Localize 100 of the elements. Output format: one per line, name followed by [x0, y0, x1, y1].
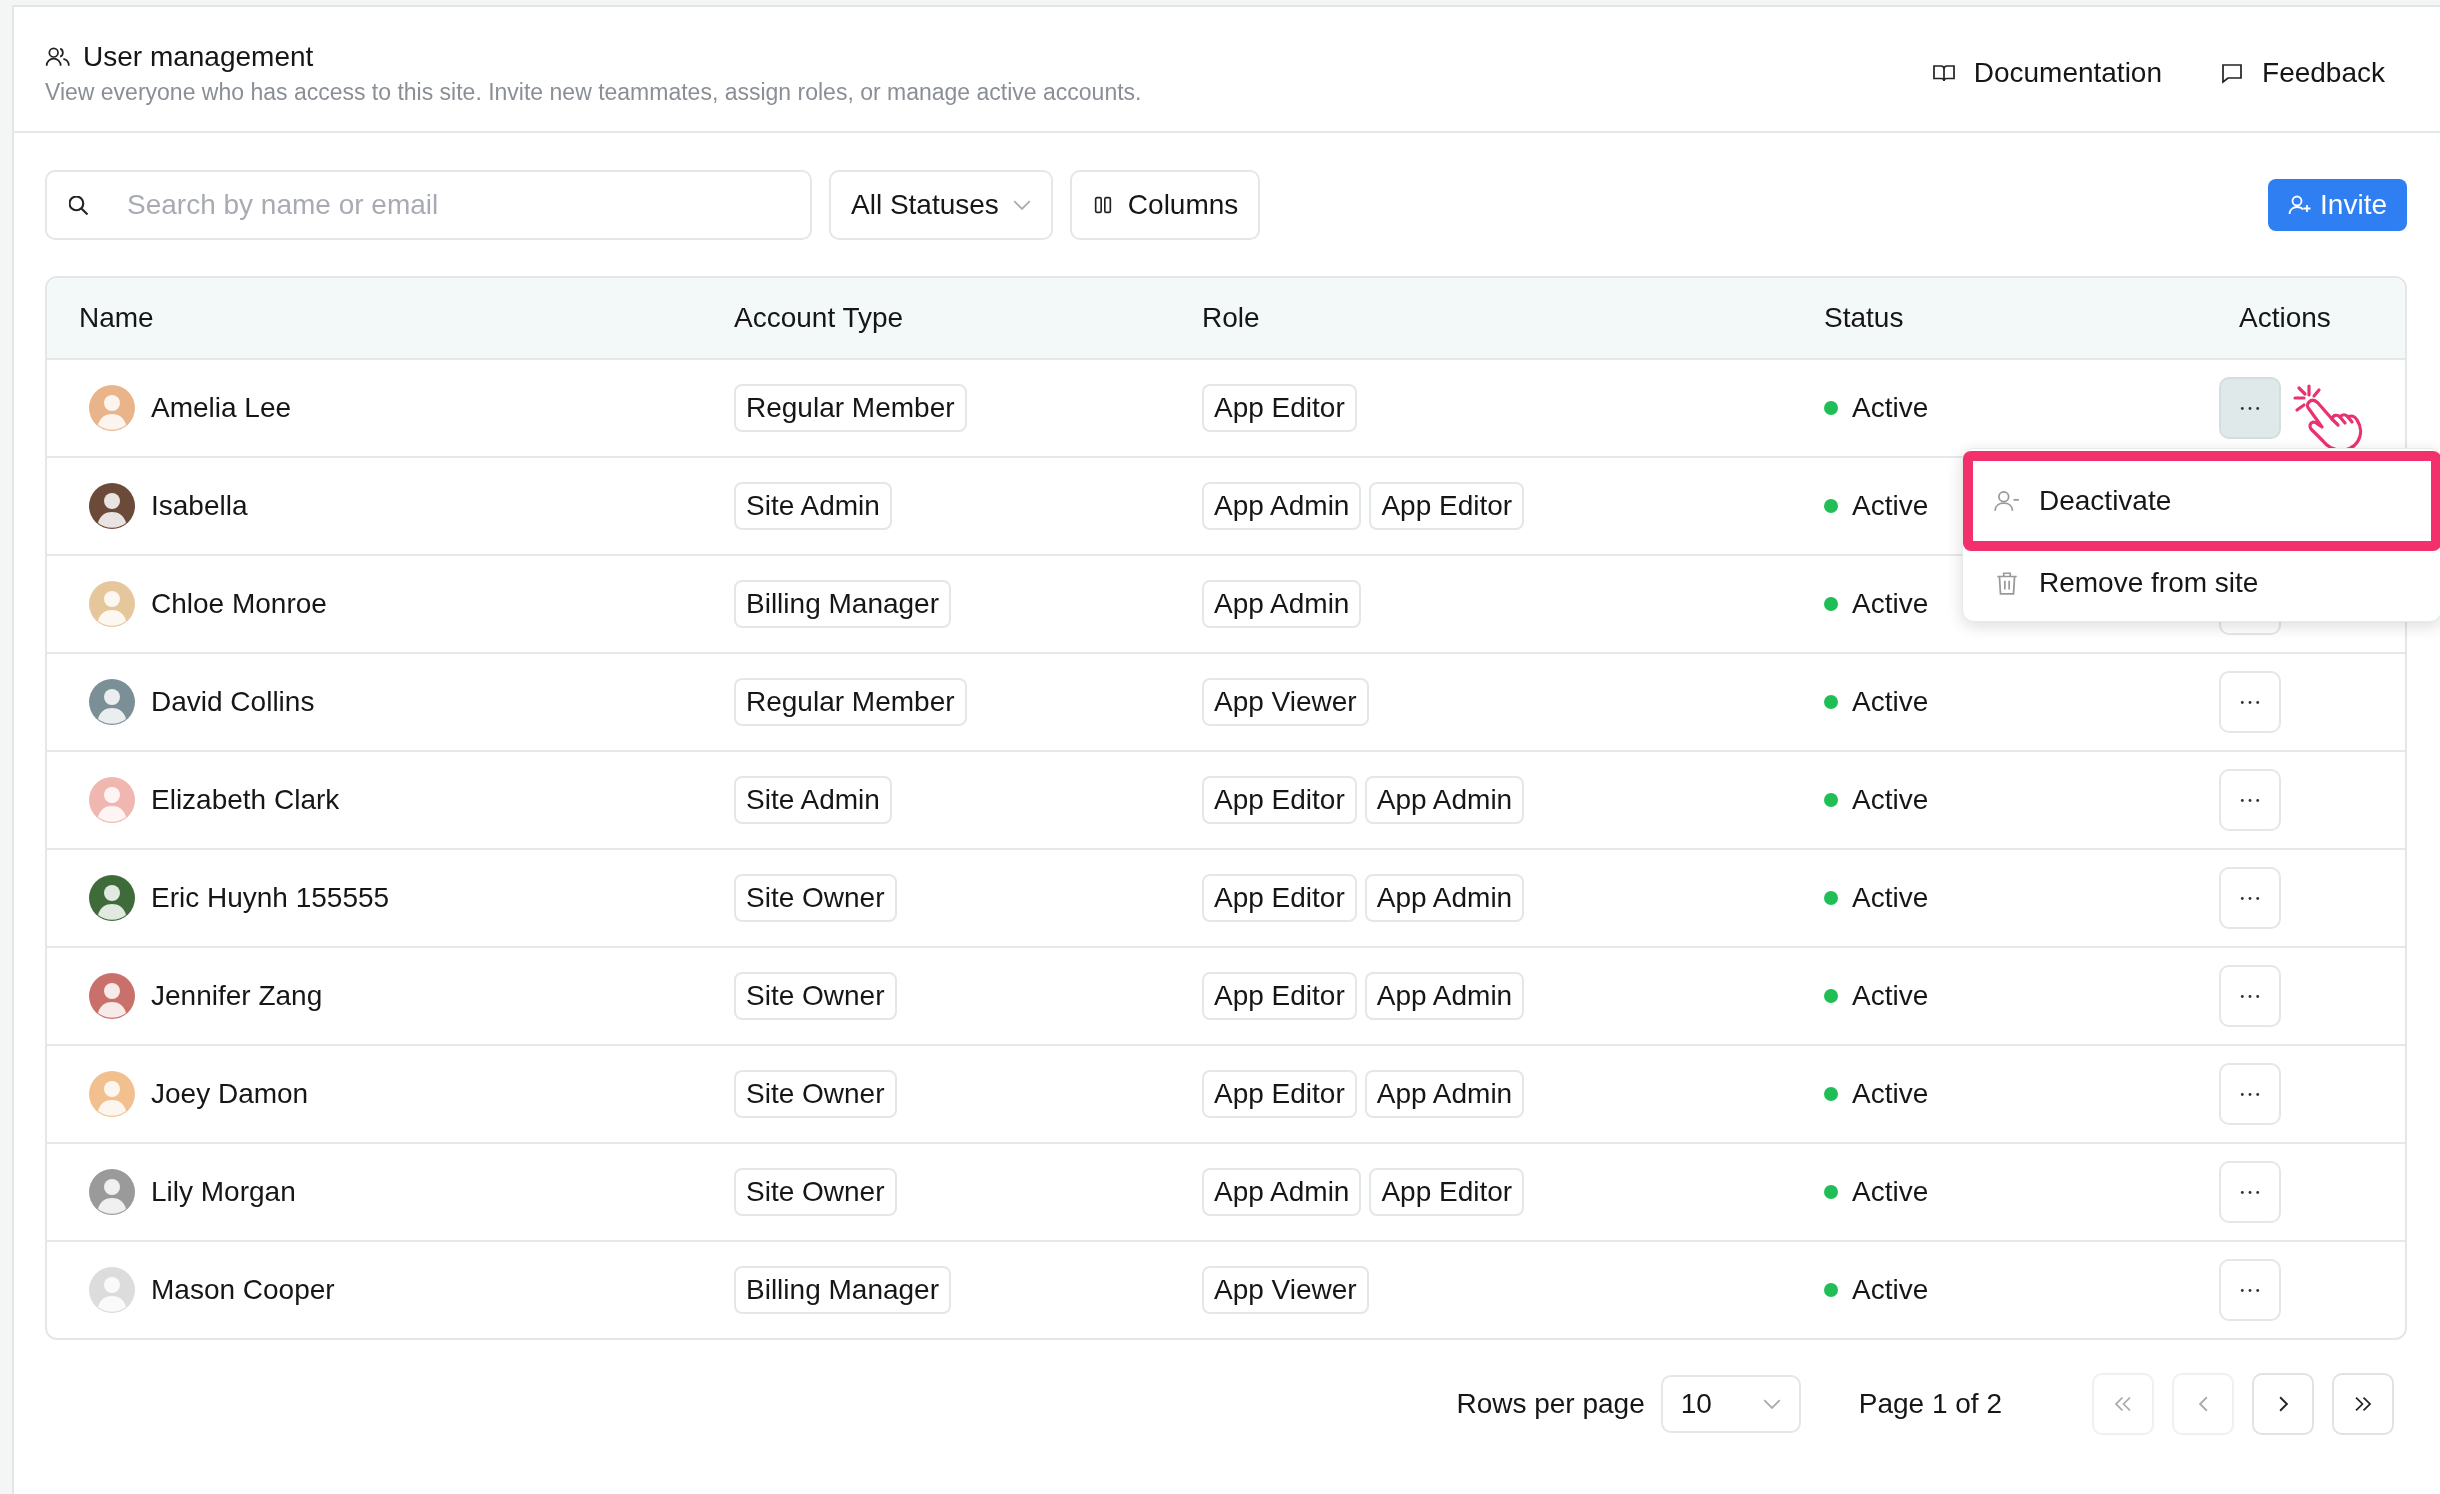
- user-name: Mason Cooper: [151, 1274, 335, 1306]
- more-button[interactable]: [2219, 867, 2281, 929]
- column-header: Role: [1201, 302, 1261, 334]
- role-tag: App Viewer: [1202, 678, 1369, 726]
- status-dot: [1824, 1283, 1838, 1297]
- avatar: [89, 581, 135, 627]
- double-chevron-icon: [2355, 1396, 2371, 1412]
- user-name: Eric Huynh 155555: [151, 882, 390, 914]
- page-nav-button[interactable]: [2252, 1373, 2314, 1435]
- more-button[interactable]: [2219, 965, 2281, 1027]
- account-type-tag: Site Owner: [734, 972, 897, 1020]
- status-dot: [1824, 793, 1838, 807]
- status-text: Active: [1852, 1176, 1929, 1208]
- role-tag: App Admin: [1202, 482, 1362, 530]
- more-button[interactable]: [2219, 377, 2281, 439]
- status-text: Active: [1852, 588, 1929, 620]
- status-text: Active: [1852, 392, 1929, 424]
- rows-per-page-select[interactable]: 10: [1660, 1375, 1801, 1433]
- status-dot: [1824, 989, 1838, 1003]
- more-button[interactable]: [2219, 1161, 2281, 1223]
- status-dot: [1824, 1185, 1838, 1199]
- deactivate-menu-item[interactable]: Deactivate: [1963, 451, 2440, 551]
- more-button[interactable]: [2219, 671, 2281, 733]
- account-type-tag: Site Owner: [734, 874, 897, 922]
- user-name: Isabella: [151, 490, 248, 522]
- user-name: Chloe Monroe: [151, 588, 327, 620]
- role-tag: App Admin: [1364, 874, 1525, 922]
- more-button[interactable]: [2219, 1063, 2281, 1125]
- column-header: Status: [1823, 302, 1905, 334]
- page-nav-button[interactable]: [2332, 1373, 2394, 1435]
- more-button[interactable]: [2219, 769, 2281, 831]
- status-dot: [1824, 499, 1838, 513]
- account-type-tag: Site Admin: [734, 482, 892, 530]
- chevron-down-icon: [1762, 1399, 1781, 1409]
- role-tag: App Viewer: [1202, 1266, 1369, 1314]
- role-tag: App Admin: [1364, 1070, 1525, 1118]
- account-type-tag: Site Owner: [734, 1070, 897, 1118]
- ellipsis-icon: [2239, 797, 2261, 803]
- search-field[interactable]: Search by name or email: [45, 170, 812, 240]
- account-type-tag: Site Admin: [734, 776, 892, 824]
- user-name: Amelia Lee: [151, 392, 292, 424]
- columns-button[interactable]: Columns: [1069, 170, 1261, 240]
- avatar: [89, 777, 135, 823]
- invite-button[interactable]: Invite: [2268, 179, 2407, 231]
- user-name: Lily Morgan: [151, 1176, 296, 1208]
- role-tag: App Editor: [1202, 1070, 1357, 1118]
- status-filter-dropdown[interactable]: All Statuses: [829, 170, 1053, 240]
- avatar: [89, 1169, 135, 1215]
- chevron-icon: [2198, 1396, 2208, 1412]
- page-indicator: Page 1 of 2: [1858, 1388, 2002, 1420]
- feedback-link[interactable]: Feedback: [2220, 57, 2385, 89]
- status-text: Active: [1852, 784, 1929, 816]
- column-header: Account Type: [733, 302, 905, 334]
- ellipsis-icon: [2239, 993, 2261, 999]
- role-tag: App Editor: [1202, 384, 1357, 432]
- remove-menu-item[interactable]: Remove from site: [1963, 551, 2440, 615]
- account-type-tag: Site Owner: [734, 1168, 897, 1216]
- avatar: [89, 875, 135, 921]
- ellipsis-icon: [2239, 1287, 2261, 1293]
- status-dot: [1824, 695, 1838, 709]
- status-dot: [1824, 597, 1838, 611]
- role-tag: App Editor: [1202, 874, 1357, 922]
- avatar: [89, 1267, 135, 1313]
- column-header: Name: [78, 302, 155, 334]
- user-name: David Collins: [151, 686, 315, 718]
- role-tag: App Editor: [1369, 482, 1525, 530]
- avatar: [89, 483, 135, 529]
- status-text: Active: [1852, 686, 1929, 718]
- user-name: Jennifer Zang: [151, 980, 323, 1012]
- ellipsis-icon: [2239, 1189, 2261, 1195]
- account-type-tag: Regular Member: [734, 678, 967, 726]
- message-icon: [2220, 61, 2245, 85]
- role-tag: App Editor: [1369, 1168, 1525, 1216]
- user-name: Joey Damon: [151, 1078, 309, 1110]
- remove-user-icon: [1993, 488, 2021, 514]
- ellipsis-icon: [2239, 405, 2261, 411]
- status-text: Active: [1852, 1274, 1929, 1306]
- page-subtitle: View everyone who has access to this site. Invite new teammates, assign roles, or manage active accounts.: [45, 78, 1142, 106]
- avatar: [89, 973, 135, 1019]
- search-icon: [69, 196, 88, 215]
- ellipsis-icon: [2239, 699, 2261, 705]
- status-text: Active: [1852, 490, 1929, 522]
- status-text: Active: [1852, 980, 1929, 1012]
- role-tag: App Admin: [1364, 972, 1525, 1020]
- role-tag: App Editor: [1202, 972, 1357, 1020]
- role-tag: App Admin: [1202, 580, 1362, 628]
- ellipsis-icon: [2239, 895, 2261, 901]
- status-dot: [1824, 401, 1838, 415]
- user-name: Elizabeth Clark: [151, 784, 340, 816]
- chevron-icon: [2278, 1396, 2288, 1412]
- account-type-tag: Regular Member: [734, 384, 967, 432]
- more-button[interactable]: [2219, 1259, 2281, 1321]
- role-tag: App Admin: [1202, 1168, 1362, 1216]
- account-type-tag: Billing Manager: [734, 580, 951, 628]
- role-tag: App Editor: [1202, 776, 1357, 824]
- ellipsis-icon: [2239, 1091, 2261, 1097]
- avatar: [89, 385, 135, 431]
- documentation-link[interactable]: Documentation: [1931, 57, 2163, 89]
- status-dot: [1824, 891, 1838, 905]
- role-tag: App Admin: [1364, 776, 1525, 824]
